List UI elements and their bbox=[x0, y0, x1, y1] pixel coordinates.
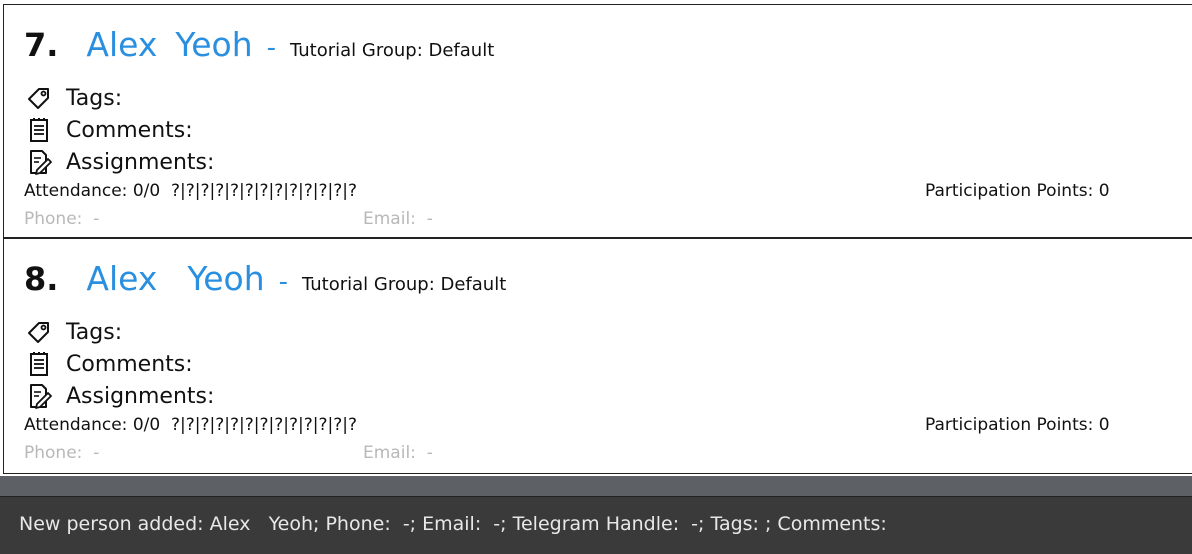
assignments-label: Assignments: bbox=[66, 383, 215, 409]
person-first-name: Alex bbox=[86, 259, 158, 298]
attendance: Attendance: 0/0 ?|?|?|?|?|?|?|?|?|?|?|?|… bbox=[24, 415, 358, 435]
person-name: Alex Yeoh bbox=[86, 259, 264, 298]
email: Email: - bbox=[363, 443, 433, 463]
phone: Phone: - bbox=[24, 443, 100, 463]
result-display[interactable]: New person added: Alex Yeoh; Phone: -; E… bbox=[0, 496, 1192, 554]
person-card[interactable]: 7. Alex Yeoh - Tutorial Group: Default Ta… bbox=[3, 4, 1192, 238]
person-name: Alex Yeoh bbox=[86, 25, 252, 64]
panel-divider[interactable] bbox=[0, 476, 1192, 496]
person-first-name: Alex bbox=[86, 25, 158, 64]
participation-points: Participation Points: 0 bbox=[925, 181, 1110, 201]
tag-icon bbox=[28, 322, 49, 343]
assignments-field: Assignments: bbox=[26, 383, 214, 409]
tags-field: Tags: bbox=[26, 319, 122, 345]
person-title-row: 8. Alex Yeoh - Tutorial Group: Default bbox=[24, 259, 506, 298]
person-title-row: 7. Alex Yeoh - Tutorial Group: Default bbox=[24, 25, 494, 64]
result-message: New person added: Alex Yeoh; Phone: -; E… bbox=[19, 513, 887, 535]
notepad-icon bbox=[30, 118, 48, 142]
person-index: 8. bbox=[24, 260, 59, 298]
person-last-name: Yeoh bbox=[175, 25, 253, 64]
comments-label: Comments: bbox=[66, 351, 193, 377]
email: Email: - bbox=[363, 209, 433, 229]
assignments-field: Assignments: bbox=[26, 149, 214, 175]
tags-field: Tags: bbox=[26, 85, 122, 111]
person-card[interactable]: 8. Alex Yeoh - Tutorial Group: Default Ta… bbox=[3, 238, 1192, 474]
tag-icon bbox=[28, 88, 49, 109]
name-separator: - bbox=[266, 33, 276, 63]
comments-field: Comments: bbox=[26, 351, 193, 377]
edit-document-icon bbox=[30, 150, 52, 175]
tutorial-group: Tutorial Group: Default bbox=[290, 40, 495, 61]
person-index: 7. bbox=[24, 26, 59, 64]
attendance: Attendance: 0/0 ?|?|?|?|?|?|?|?|?|?|?|?|… bbox=[24, 181, 358, 201]
person-last-name: Yeoh bbox=[187, 259, 265, 298]
comments-field: Comments: bbox=[26, 117, 193, 143]
tutorial-group: Tutorial Group: Default bbox=[302, 274, 507, 295]
phone: Phone: - bbox=[24, 209, 100, 229]
person-list[interactable]: 7. Alex Yeoh - Tutorial Group: Default Ta… bbox=[0, 0, 1192, 476]
tags-label: Tags: bbox=[66, 319, 123, 345]
edit-document-icon bbox=[30, 384, 52, 409]
tags-label: Tags: bbox=[66, 85, 123, 111]
comments-label: Comments: bbox=[66, 117, 193, 143]
name-separator: - bbox=[278, 267, 288, 297]
notepad-icon bbox=[30, 352, 48, 376]
participation-points: Participation Points: 0 bbox=[925, 415, 1110, 435]
assignments-label: Assignments: bbox=[66, 149, 215, 175]
